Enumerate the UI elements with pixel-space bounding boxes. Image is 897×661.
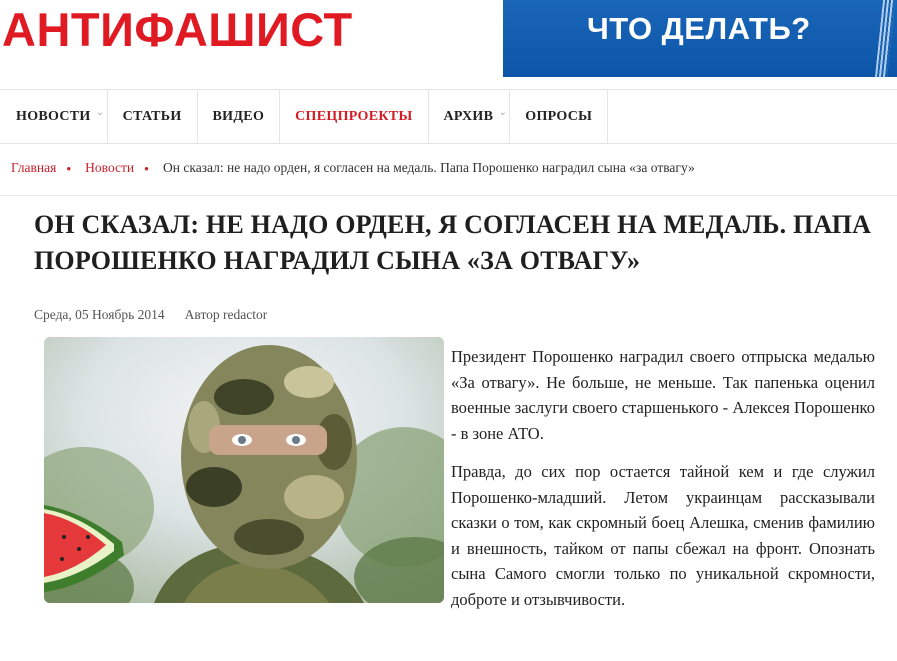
nav-item-label: ОПРОСЫ	[525, 108, 593, 124]
article-date: Среда, 05 Ноябрь 2014	[34, 307, 165, 322]
nav-item-label: ВИДЕО	[212, 108, 265, 124]
breadcrumb-home-link[interactable]: Главная	[11, 160, 56, 176]
banner-decoration	[874, 0, 896, 77]
main-nav: НОВОСТИ ⌄ СТАТЬИ ВИДЕО СПЕЦПРОЕКТЫ АРХИВ…	[0, 89, 897, 144]
breadcrumb-section-link[interactable]: Новости	[85, 160, 134, 176]
nav-item-articles[interactable]: СТАТЬИ	[106, 90, 197, 143]
article-paragraph: Президент Порошенко наградил своего отпр…	[451, 347, 875, 443]
nav-item-label: СПЕЦПРОЕКТЫ	[295, 108, 413, 124]
nav-item-special-projects[interactable]: СПЕЦПРОЕКТЫ	[279, 90, 427, 143]
bullet-icon: ●	[144, 163, 149, 173]
breadcrumb: Главная ● Новости ● Он сказал: не надо о…	[11, 156, 695, 180]
breadcrumb-current: Он сказал: не надо орден, я согласен на …	[163, 160, 695, 175]
nav-item-label: АРХИВ	[443, 108, 494, 124]
nav-item-label: СТАТЬИ	[122, 108, 182, 124]
nav-item-label: НОВОСТИ	[16, 108, 91, 124]
chevron-down-icon: ⌄	[498, 107, 508, 118]
article-body: Президент Порошенко наградил своего отпр…	[451, 344, 875, 625]
article-title: Он сказал: не надо орден, я согласен на …	[34, 210, 872, 275]
article-meta: Среда, 05 Ноябрь 2014 Автор redactor	[34, 307, 267, 323]
divider	[0, 195, 897, 196]
nav-item-polls[interactable]: ОПРОСЫ	[509, 90, 609, 143]
nav-item-news[interactable]: НОВОСТИ ⌄	[0, 90, 107, 143]
chevron-down-icon: ⌄	[95, 107, 105, 118]
bullet-icon: ●	[66, 163, 72, 173]
masked-soldier-photo	[44, 337, 444, 603]
article-photo	[44, 337, 444, 603]
nav-item-archive[interactable]: АРХИВ ⌄	[427, 90, 510, 143]
article-author: Автор redactor	[184, 307, 268, 322]
site-logo[interactable]: АНТИФАШИСТ	[2, 2, 353, 58]
promo-banner[interactable]: ЧТО ДЕЛАТЬ?	[503, 0, 897, 77]
article-paragraph: Правда, до сих пор остается тайной кем и…	[451, 462, 875, 609]
nav-item-video[interactable]: ВИДЕО	[196, 90, 280, 143]
banner-text: ЧТО ДЕЛАТЬ?	[587, 11, 811, 46]
